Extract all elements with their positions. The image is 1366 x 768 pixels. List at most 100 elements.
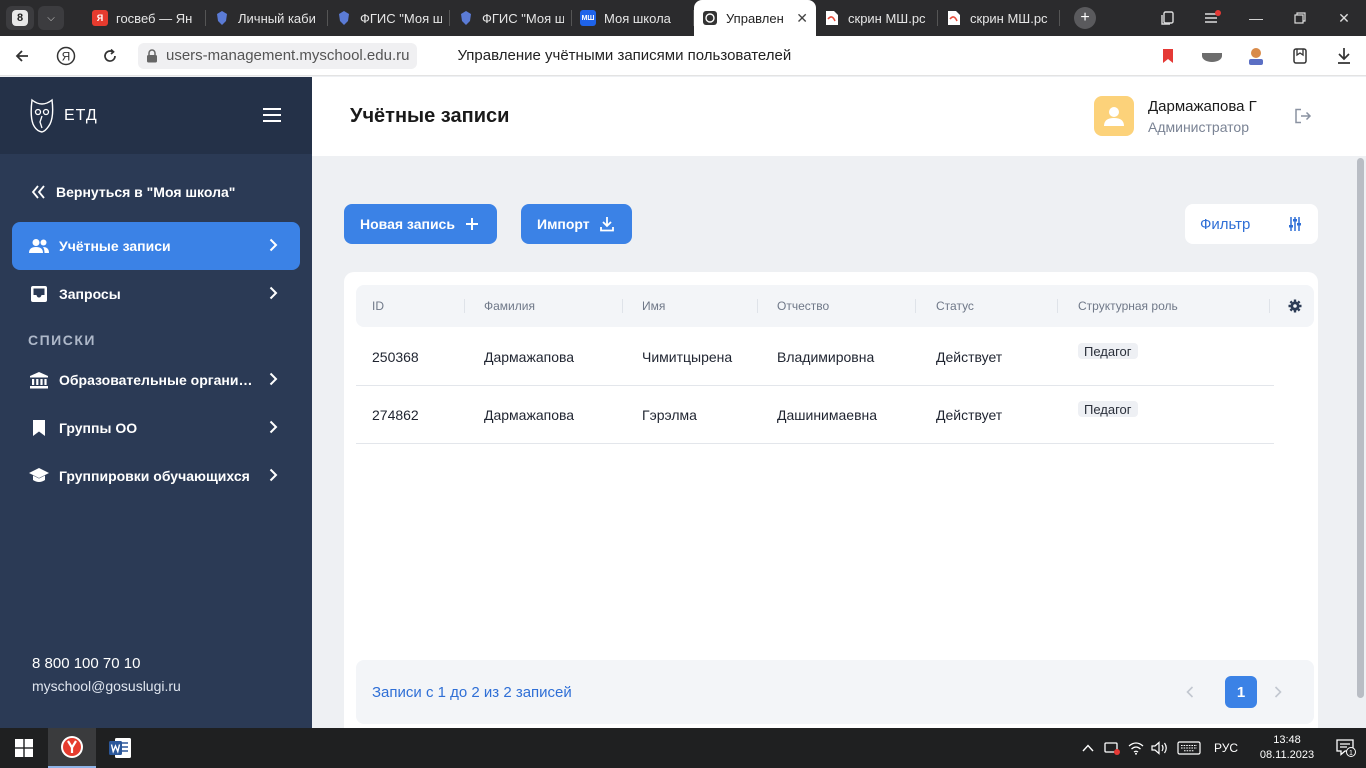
yandex-favicon-icon: Я [92,10,108,26]
import-button[interactable]: Импорт [521,204,632,244]
emblem-favicon-icon [458,10,474,26]
column-header-last-name[interactable]: Фамилия [484,285,535,327]
browser-tab[interactable]: МШ Моя школа [572,0,694,36]
chevron-up-icon[interactable] [1076,744,1100,752]
back-to-myschool-link[interactable]: Вернуться в "Моя школа" [0,162,312,222]
sidebar-item-student-groupings[interactable]: Группировки обучающихся [12,452,300,500]
yandex-browser-icon [61,736,83,758]
scrollbar-thumb[interactable] [1357,158,1364,698]
browser-tabs: Я госвеб — Ян Личный каби ФГИС "Моя ш ФГ… [84,0,1060,36]
gear-icon[interactable] [1288,299,1302,313]
sidebar-item-groups[interactable]: Группы ОО [12,404,300,452]
sidebar-item-label: Образовательные организации [59,372,255,388]
download-icon[interactable] [1322,47,1366,65]
page-title-in-bar: Управление учётными записями пользовател… [457,47,792,64]
hamburger-menu-icon[interactable] [262,107,282,123]
filter-button[interactable]: Фильтр [1185,204,1318,244]
logout-icon[interactable] [1294,108,1312,124]
tab-title: скрин МШ.рс [848,10,926,26]
column-divider[interactable] [915,299,916,313]
column-header-patronymic[interactable]: Отчество [777,285,829,327]
clock[interactable]: 13:48 08.11.2023 [1248,733,1326,763]
minimize-icon[interactable]: — [1234,10,1278,26]
download-icon [599,217,614,232]
browser-tab[interactable]: скрин МШ.рс [816,0,938,36]
browser-tab[interactable]: скрин МШ.рс [938,0,1060,36]
system-tray: РУС 13:48 08.11.2023 1 [1076,728,1366,768]
column-header-status[interactable]: Статус [936,285,974,327]
new-record-label: Новая запись [360,216,455,232]
tab-counter-button[interactable]: 8 [6,6,34,30]
input-language[interactable]: РУС [1214,741,1238,755]
sidebar-contacts: 8 800 100 70 10 myschool@gosuslugi.ru [32,655,181,694]
reload-icon[interactable] [88,48,132,64]
column-divider[interactable] [1269,299,1270,313]
sidebar-item-label: Группы ОО [59,420,138,436]
chevron-right-icon [269,372,278,386]
sidebar-item-organizations[interactable]: Образовательные организации [12,356,300,404]
tabs-dropdown-button[interactable]: ⌵ [38,6,64,30]
url-field[interactable]: users-management.myschool.edu.ru [138,42,418,69]
column-divider[interactable] [757,299,758,313]
page-scrollbar[interactable] [1354,156,1366,728]
column-header-id[interactable]: ID [372,285,384,327]
volume-icon[interactable] [1148,741,1172,755]
browser-tab-active[interactable]: Управлен ✕ [694,0,816,36]
column-divider[interactable] [622,299,623,313]
column-header-role[interactable]: Структурная роль [1078,285,1178,327]
taskbar-yandex-browser[interactable] [48,728,96,768]
sidebar-header: ЕТД [0,77,312,154]
menu-icon[interactable] [1190,10,1234,26]
sliders-icon [1289,217,1301,231]
taskbar-word[interactable] [96,728,144,768]
sidebar-item-accounts[interactable]: Учётные записи [12,222,300,270]
browser-tab[interactable]: ФГИС "Моя ш [328,0,450,36]
close-window-icon[interactable]: ✕ [1322,10,1366,27]
current-page-button[interactable]: 1 [1225,676,1257,708]
new-record-button[interactable]: Новая запись [344,204,497,244]
cell-status: Действует [936,349,1003,365]
user-icon [1104,107,1124,126]
etd-logo[interactable]: ЕТД [28,98,98,134]
column-header-first-name[interactable]: Имя [642,285,665,327]
wifi-icon[interactable] [1124,741,1148,755]
support-email[interactable]: myschool@gosuslugi.ru [32,678,181,694]
user-role: Администратор [1148,118,1250,135]
table-row[interactable]: 250368 Дармажапова Чимитцырена Владимиро… [356,328,1274,386]
security-icon[interactable] [1100,740,1124,756]
collections-save-icon[interactable] [1278,47,1322,65]
sidebar: ЕТД Вернуться в "Моя школа" Учётные запи… [0,77,312,728]
extension-icon[interactable] [1190,49,1234,63]
keyboard-icon[interactable] [1172,741,1206,755]
browser-tab[interactable]: Личный каби [206,0,328,36]
sidebar-item-requests[interactable]: Запросы [12,270,300,318]
windows-logo-icon [15,739,33,757]
browser-tab[interactable]: Я госвеб — Ян [84,0,206,36]
notifications-icon[interactable]: 1 [1326,739,1366,757]
close-tab-icon[interactable]: ✕ [796,10,808,27]
user-profile[interactable]: Дармажапова Г Администратор [1094,96,1257,136]
bookmark-icon[interactable] [1146,48,1190,64]
main-header: Учётные записи Дармажапова Г Администрат… [312,77,1366,156]
restore-icon[interactable] [1278,12,1322,24]
new-tab-button[interactable]: + [1074,7,1096,29]
column-divider[interactable] [1057,299,1058,313]
cell-last-name: Дармажапова [484,407,575,423]
column-divider[interactable] [464,299,465,313]
profile-extension-icon[interactable] [1234,45,1278,67]
avatar [1094,96,1134,136]
back-arrow-icon[interactable] [0,48,44,64]
sidebar-item-label: Учётные записи [59,238,171,254]
sidebar-item-label: Группировки обучающихся [59,468,250,484]
cell-id: 274862 [372,407,419,423]
cell-status: Действует [936,407,1003,423]
chevron-left-icon[interactable] [1186,686,1194,698]
collections-icon[interactable] [1146,10,1190,26]
start-button[interactable] [0,739,48,757]
support-phone[interactable]: 8 800 100 70 10 [32,655,181,672]
yandex-icon[interactable]: Я [44,46,88,66]
browser-tab[interactable]: ФГИС "Моя ш [450,0,572,36]
chevron-right-icon[interactable] [1274,686,1282,698]
filter-label: Фильтр [1200,215,1251,233]
table-row[interactable]: 274862 Дармажапова Гэрэлма Дашинимаевна … [356,386,1274,444]
